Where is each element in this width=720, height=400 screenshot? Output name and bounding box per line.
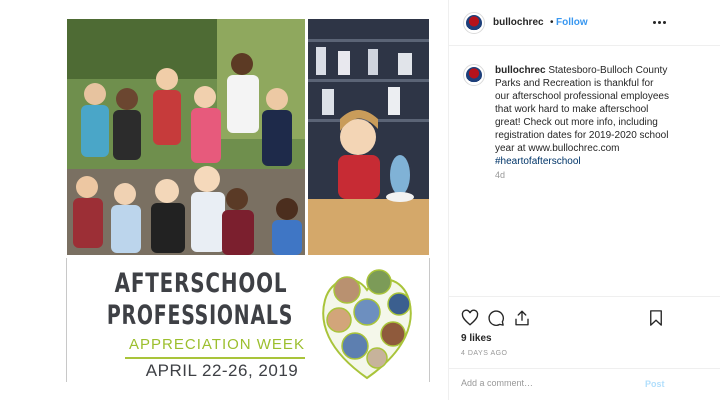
photo-heart-collage <box>322 269 412 380</box>
appreciation-poster: AFTERSCHOOL PROFESSIONALS APPRECIATION W… <box>67 258 429 382</box>
profile-logo-icon <box>466 15 482 31</box>
follow-button[interactable]: Follow <box>556 17 588 28</box>
post-details-panel: bullochrec • Follow bullochrec Statesbor… <box>448 0 720 400</box>
post-media[interactable]: AFTERSCHOOL PROFESSIONALS APPRECIATION W… <box>53 0 448 400</box>
caption-hashtag[interactable]: #heartofafterschool <box>495 156 581 167</box>
comment-icon[interactable] <box>487 309 505 327</box>
comment-bar: Post <box>449 368 720 400</box>
post-header: bullochrec • Follow <box>449 0 720 46</box>
likes-count[interactable]: 9 likes <box>461 333 492 344</box>
header-username[interactable]: bullochrec <box>493 17 544 28</box>
bookmark-icon[interactable] <box>647 309 665 327</box>
poster-right-divider <box>429 258 430 382</box>
action-bar <box>449 296 720 326</box>
caption-avatar[interactable] <box>463 64 485 86</box>
poster-title-line2: PROFESSIONALS <box>106 300 294 331</box>
caption-username[interactable]: bullochrec <box>495 65 546 76</box>
group-photo <box>67 19 305 255</box>
poster-subtitle: APPRECIATION WEEK <box>129 336 305 353</box>
poster-dates: APRIL 22-26, 2019 <box>145 361 299 380</box>
caption-timestamp: 4d <box>495 170 506 180</box>
poster-title-line1: AFTERSCHOOL <box>114 268 288 299</box>
avatar[interactable] <box>463 12 485 34</box>
post-caption: bullochrec Statesboro-Bulloch County Par… <box>495 64 670 168</box>
post-comment-button[interactable]: Post <box>645 379 665 389</box>
heart-icon[interactable] <box>461 309 479 327</box>
post-date[interactable]: 4 DAYS AGO <box>461 350 508 357</box>
caption-text: Statesboro-Bulloch County Parks and Recr… <box>495 65 669 154</box>
more-options-icon[interactable] <box>650 13 668 31</box>
separator-dot: • <box>550 17 554 28</box>
poster-divider <box>125 357 305 359</box>
child-classroom-photo <box>308 19 429 255</box>
comment-input[interactable] <box>461 378 631 388</box>
profile-logo-icon <box>466 67 482 83</box>
share-icon[interactable] <box>513 309 531 327</box>
instagram-post-modal: AFTERSCHOOL PROFESSIONALS APPRECIATION W… <box>0 0 720 400</box>
